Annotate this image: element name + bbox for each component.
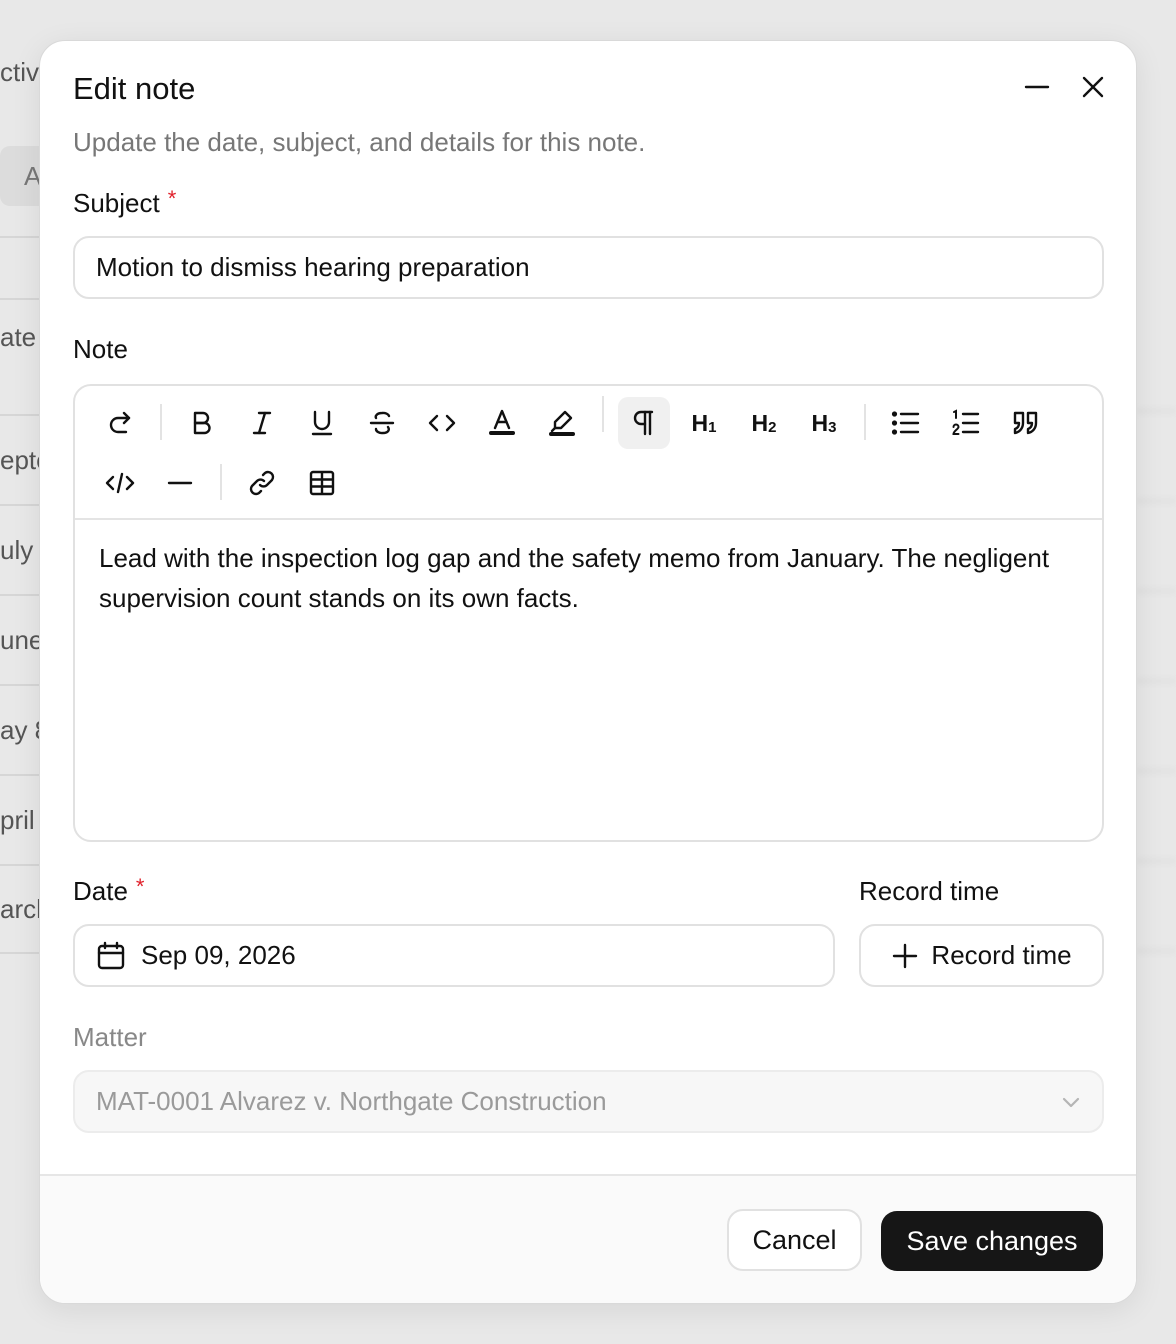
note-editor: H1 H2 H3 Lead with the inspection log ga… (73, 384, 1104, 842)
editor-toolbar: H1 H2 H3 (75, 386, 1102, 520)
record-time-button-label: Record time (931, 940, 1072, 970)
record-time-button[interactable]: Record time (859, 924, 1104, 987)
close-icon (1082, 76, 1104, 98)
pilcrow-icon (633, 410, 654, 436)
numbered-list-icon (952, 409, 980, 435)
heading-3-label: H (811, 409, 829, 436)
link-icon (249, 470, 275, 496)
background-right-column (1136, 40, 1176, 1040)
underline-icon (311, 410, 333, 436)
toolbar-separator (220, 464, 222, 500)
blockquote-button[interactable] (1000, 397, 1052, 449)
date-label-text: Date (73, 876, 128, 906)
bold-icon (193, 411, 211, 435)
heading-1-button[interactable]: H1 (678, 397, 730, 449)
table-icon (309, 470, 335, 496)
minimize-button[interactable] (1017, 67, 1057, 107)
horizontal-rule-button[interactable] (154, 457, 206, 509)
code-block-icon (105, 472, 135, 494)
calendar-icon (97, 941, 125, 969)
code-icon (428, 414, 456, 432)
heading-3-button[interactable]: H3 (798, 397, 850, 449)
italic-icon (252, 411, 272, 435)
background-divider (1136, 860, 1176, 862)
toolbar-separator (864, 404, 866, 440)
matter-label: Matter (73, 1022, 147, 1052)
table-button[interactable] (296, 457, 348, 509)
highlight-button[interactable] (536, 397, 588, 449)
text-color-button[interactable] (476, 397, 528, 449)
date-label: Date * (73, 874, 145, 907)
heading-2-button[interactable]: H2 (738, 397, 790, 449)
quote-icon (1013, 411, 1038, 435)
heading-3-level: 3 (828, 418, 837, 436)
edit-note-dialog: Edit note Update the date, subject, and … (39, 40, 1137, 1304)
heading-1-label: H (691, 409, 709, 436)
horizontal-rule-icon (167, 481, 193, 485)
chevron-down-icon (1062, 1097, 1080, 1107)
paragraph-button[interactable] (618, 397, 670, 449)
background-divider (1136, 680, 1176, 682)
plus-icon (893, 943, 918, 968)
bullet-list-button[interactable] (880, 397, 932, 449)
minus-icon (1024, 85, 1050, 89)
note-editor-content[interactable]: Lead with the inspection log gap and the… (99, 538, 1079, 618)
heading-1-level: 1 (708, 418, 717, 436)
required-marker: * (135, 874, 145, 899)
dialog-description: Update the date, subject, and details fo… (73, 127, 646, 157)
required-marker: * (167, 186, 177, 211)
code-block-button[interactable] (94, 457, 146, 509)
background-divider (1136, 590, 1176, 592)
save-changes-button[interactable]: Save changes (881, 1211, 1103, 1271)
note-label: Note (73, 334, 128, 364)
toolbar-separator (160, 404, 162, 440)
link-button[interactable] (236, 457, 288, 509)
numbered-list-button[interactable] (940, 397, 992, 449)
bullet-list-icon (891, 411, 920, 435)
strikethrough-button[interactable] (356, 397, 408, 449)
toolbar-separator (602, 396, 604, 432)
subject-label-text: Subject (73, 188, 160, 218)
matter-value: MAT-0001 Alvarez v. Northgate Constructi… (96, 1086, 607, 1116)
heading-2-level: 2 (768, 418, 777, 436)
dialog-title: Edit note (73, 71, 196, 106)
highlighter-icon (549, 410, 575, 436)
text-color-icon (489, 409, 515, 435)
subject-input-value: Motion to dismiss hearing preparation (96, 252, 530, 282)
heading-2-label: H (751, 409, 769, 436)
background-divider (1136, 770, 1176, 772)
date-value: Sep 09, 2026 (141, 940, 296, 970)
inline-code-button[interactable] (416, 397, 468, 449)
bold-button[interactable] (176, 397, 228, 449)
background-divider (1136, 410, 1176, 412)
date-picker-input[interactable]: Sep 09, 2026 (73, 924, 835, 987)
close-button[interactable] (1073, 67, 1113, 107)
italic-button[interactable] (236, 397, 288, 449)
redo-button[interactable] (94, 397, 146, 449)
underline-button[interactable] (296, 397, 348, 449)
cancel-button[interactable]: Cancel (727, 1209, 862, 1271)
dialog-footer: Cancel Save changes (40, 1174, 1136, 1303)
background-divider (1136, 950, 1176, 952)
background-divider (1136, 500, 1176, 502)
record-time-label: Record time (859, 876, 1000, 906)
subject-label: Subject * (73, 186, 177, 219)
matter-select[interactable]: MAT-0001 Alvarez v. Northgate Constructi… (73, 1070, 1104, 1133)
strikethrough-icon (369, 411, 395, 435)
subject-input[interactable]: Motion to dismiss hearing preparation (73, 236, 1104, 299)
redo-icon (109, 411, 131, 434)
